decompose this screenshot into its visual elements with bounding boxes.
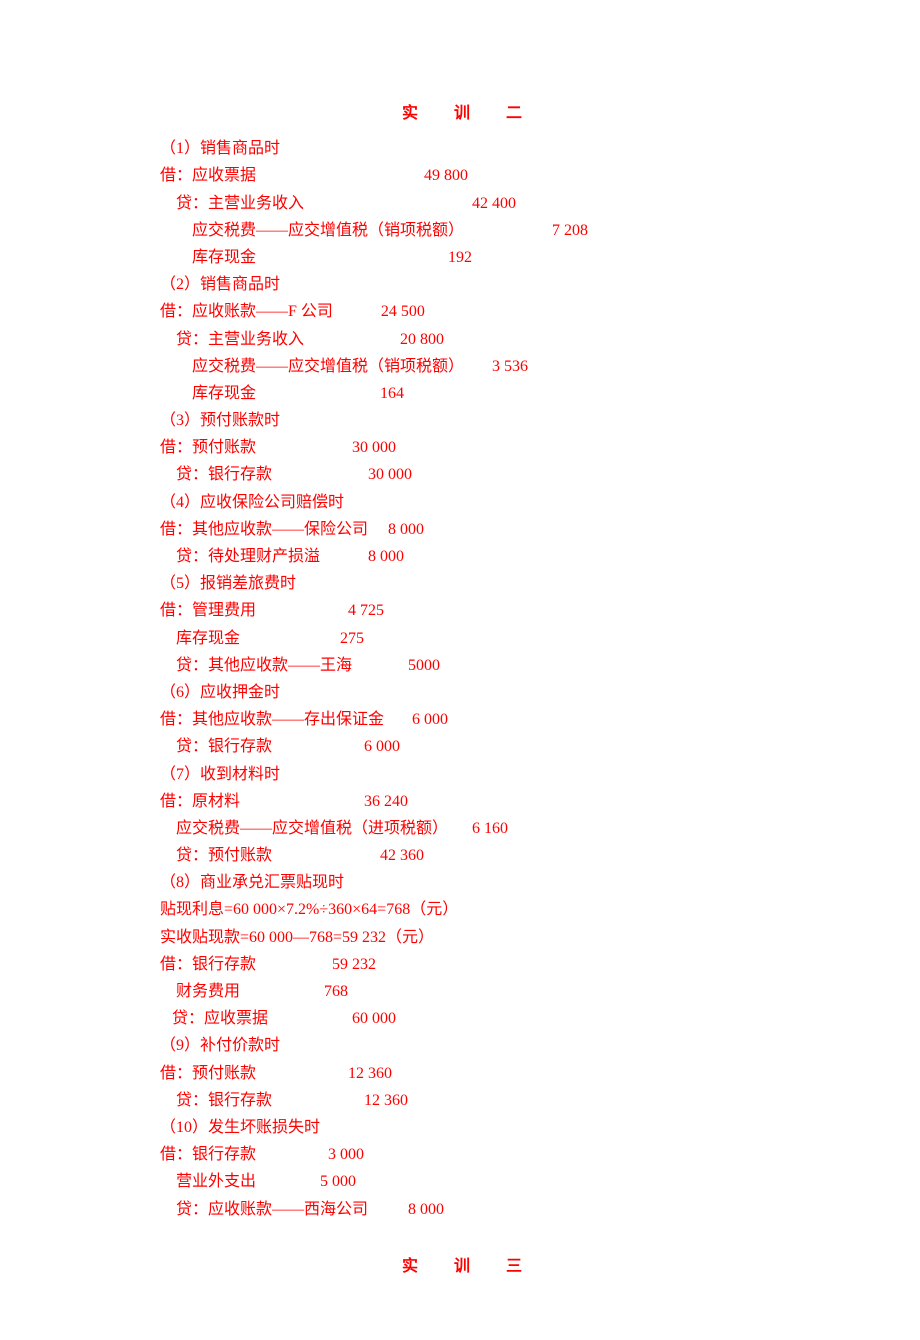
entry-line: （7）收到材料时 bbox=[160, 761, 780, 788]
entry-line: 借：其他应收款——保险公司 8 000 bbox=[160, 516, 780, 543]
entry-line: （3）预付账款时 bbox=[160, 407, 780, 434]
entry-line: （8）商业承兑汇票贴现时 bbox=[160, 869, 780, 896]
entry-line: （9）补付价款时 bbox=[160, 1032, 780, 1059]
entry-line: 库存现金 192 bbox=[160, 244, 780, 271]
entry-line: 借：预付账款 30 000 bbox=[160, 434, 780, 461]
entry-line: 贴现利息=60 000×7.2%÷360×64=768（元） bbox=[160, 896, 780, 923]
entry-line: （1）销售商品时 bbox=[160, 135, 780, 162]
entry-line: 借：管理费用 4 725 bbox=[160, 597, 780, 624]
entry-line: 贷：应收账款——西海公司 8 000 bbox=[160, 1196, 780, 1223]
entry-line: 借：应收票据 49 800 bbox=[160, 162, 780, 189]
entry-line: 实收贴现款=60 000—768=59 232（元） bbox=[160, 924, 780, 951]
entry-line: 贷：主营业务收入 42 400 bbox=[160, 190, 780, 217]
entry-line: 借：银行存款 59 232 bbox=[160, 951, 780, 978]
entry-line: （10）发生坏账损失时 bbox=[160, 1114, 780, 1141]
entry-line: （4）应收保险公司赔偿时 bbox=[160, 489, 780, 516]
entry-line: （2）销售商品时 bbox=[160, 271, 780, 298]
entry-line: 财务费用 768 bbox=[160, 978, 780, 1005]
page-title-2: 实 训 三 bbox=[160, 1253, 780, 1280]
entry-line: 借：其他应收款——存出保证金 6 000 bbox=[160, 706, 780, 733]
entry-line: 营业外支出 5 000 bbox=[160, 1168, 780, 1195]
entry-line: 贷：主营业务收入 20 800 bbox=[160, 326, 780, 353]
entry-line: （6）应收押金时 bbox=[160, 679, 780, 706]
entry-line: 贷：其他应收款——王海 5000 bbox=[160, 652, 780, 679]
entry-line: 借：银行存款 3 000 bbox=[160, 1141, 780, 1168]
page-title-1: 实 训 二 bbox=[160, 100, 780, 127]
entry-line: 应交税费——应交增值税（销项税额） 3 536 bbox=[160, 353, 780, 380]
entry-line: 库存现金 275 bbox=[160, 625, 780, 652]
journal-entries: （1）销售商品时借：应收票据 49 800 贷：主营业务收入 42 400 应交… bbox=[160, 135, 780, 1223]
entry-line: 贷：预付账款 42 360 bbox=[160, 842, 780, 869]
entry-line: 贷：应收票据 60 000 bbox=[160, 1005, 780, 1032]
entry-line: 应交税费——应交增值税（进项税额） 6 160 bbox=[160, 815, 780, 842]
entry-line: （5）报销差旅费时 bbox=[160, 570, 780, 597]
entry-line: 库存现金 164 bbox=[160, 380, 780, 407]
entry-line: 贷：银行存款 30 000 bbox=[160, 461, 780, 488]
entry-line: 借：预付账款 12 360 bbox=[160, 1060, 780, 1087]
entry-line: 借：应收账款——F 公司 24 500 bbox=[160, 298, 780, 325]
entry-line: 借：原材料 36 240 bbox=[160, 788, 780, 815]
entry-line: 贷：银行存款 12 360 bbox=[160, 1087, 780, 1114]
entry-line: 应交税费——应交增值税（销项税额） 7 208 bbox=[160, 217, 780, 244]
entry-line: 贷：银行存款 6 000 bbox=[160, 733, 780, 760]
entry-line: 贷：待处理财产损溢 8 000 bbox=[160, 543, 780, 570]
